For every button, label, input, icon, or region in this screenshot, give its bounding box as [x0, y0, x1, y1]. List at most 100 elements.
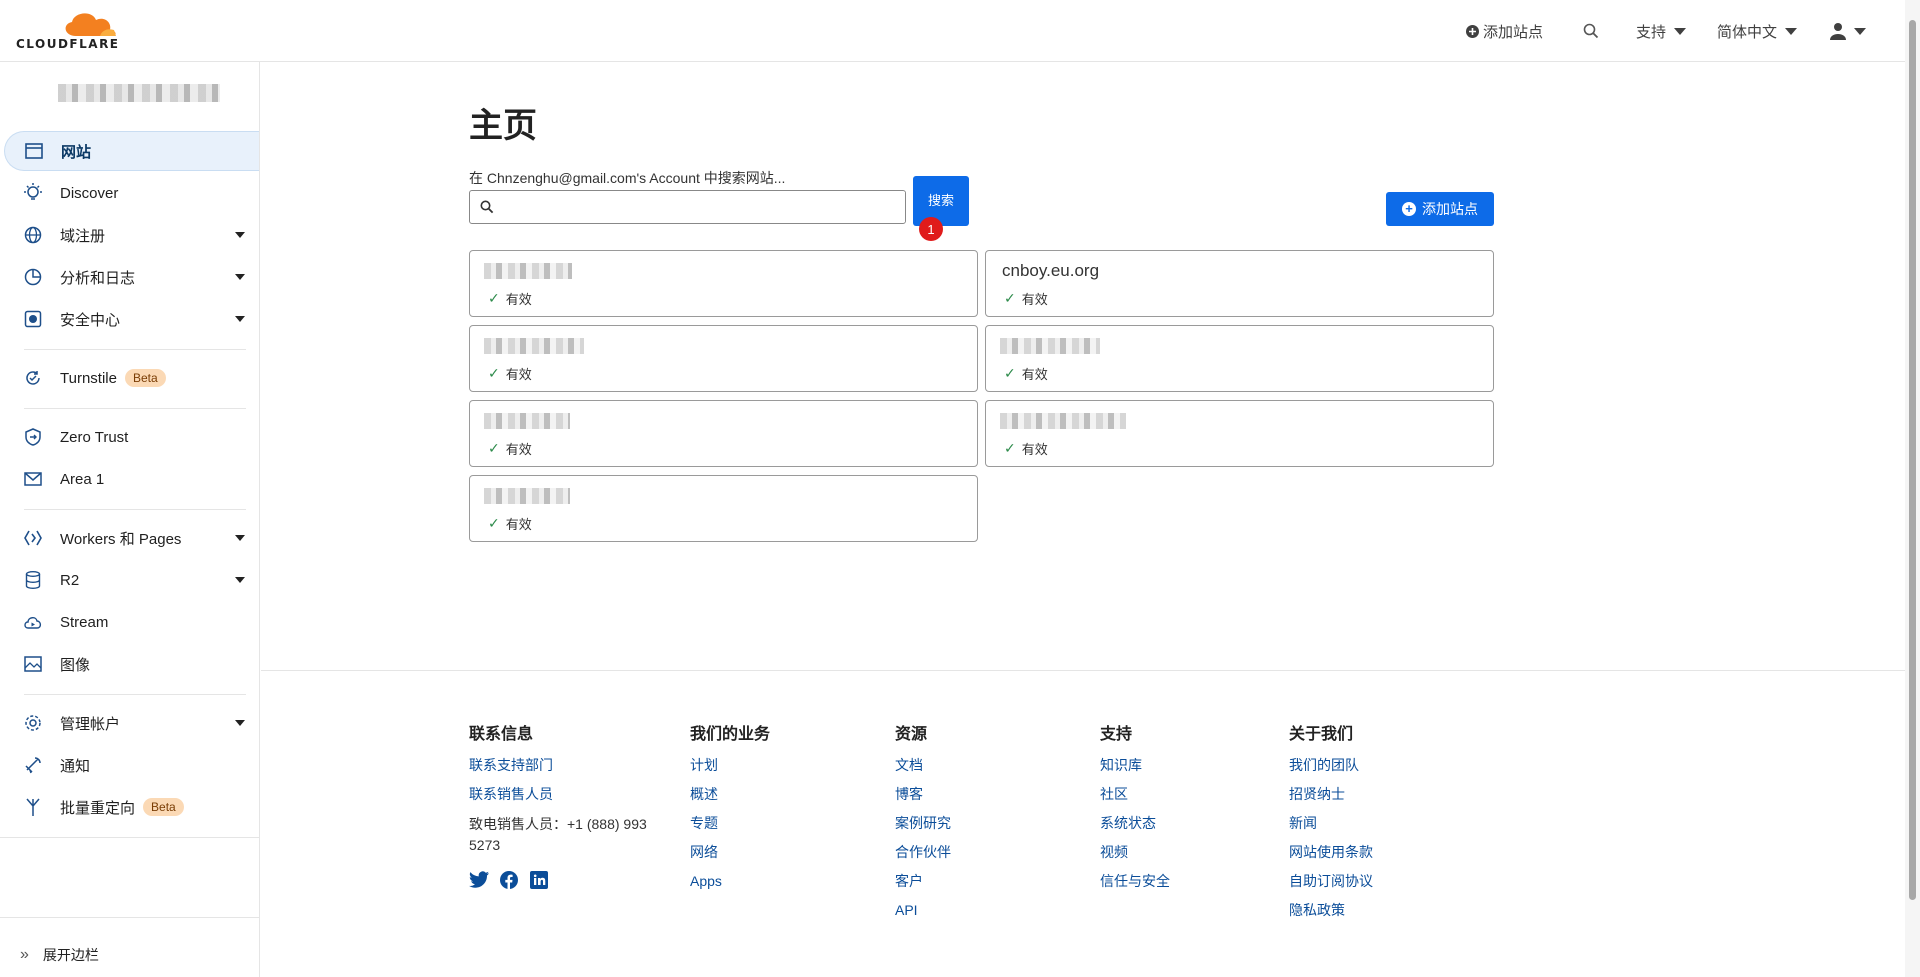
sidebar-divider — [24, 349, 246, 350]
footer-link[interactable]: 自助订阅协议 — [1289, 872, 1373, 890]
site-card[interactable]: ✓ 有效 — [469, 325, 978, 392]
footer-support: 支持 知识库 社区 系统状态 视频 信任与安全 — [1100, 720, 1170, 901]
footer-heading: 我们的业务 — [690, 726, 771, 743]
footer-link[interactable]: 博客 — [895, 785, 951, 803]
footer-link[interactable]: 概述 — [690, 785, 770, 803]
support-dropdown[interactable]: 支持 — [1636, 20, 1687, 42]
footer-link[interactable]: 新闻 — [1289, 814, 1373, 832]
site-status: ✓ 有效 — [488, 515, 532, 532]
site-card[interactable]: ✓ 有效 — [469, 250, 978, 317]
facebook-icon[interactable] — [499, 870, 519, 890]
footer-link[interactable]: 招贤纳士 — [1289, 785, 1373, 803]
footer-link[interactable]: 专题 — [690, 814, 770, 832]
footer-heading: 支持 — [1100, 726, 1133, 743]
site-name[interactable]: cnboy.eu.org — [1002, 261, 1099, 281]
user-menu[interactable] — [1830, 20, 1866, 42]
footer-link[interactable]: 社区 — [1100, 785, 1170, 803]
sidebar-divider — [24, 408, 246, 409]
chevron-down-icon — [1785, 27, 1798, 35]
zero-trust-icon — [22, 426, 44, 448]
chevron-down-icon — [1854, 27, 1866, 35]
sidebar-item-manage-account[interactable]: 管理帐户 — [4, 703, 259, 743]
footer-link[interactable]: 我们的团队 — [1289, 756, 1373, 774]
footer-link[interactable]: 系统状态 — [1100, 814, 1170, 832]
sidebar-item-bulk-redirects[interactable]: 批量重定向 Beta — [4, 787, 259, 827]
footer-link[interactable]: 知识库 — [1100, 756, 1170, 774]
footer-link[interactable]: 信任与安全 — [1100, 872, 1170, 890]
header-add-site-button[interactable]: 添加站点 — [1466, 20, 1543, 42]
site-card[interactable]: cnboy.eu.org ✓ 有效 — [985, 250, 1494, 317]
sidebar-item-stream[interactable]: Stream — [4, 602, 259, 642]
chevron-down-icon — [235, 577, 245, 583]
sidebar-item-label: R2 — [60, 571, 80, 589]
site-card[interactable]: ✓ 有效 — [469, 475, 978, 542]
plus-circle-icon: + — [1402, 202, 1416, 216]
footer-link[interactable]: Apps — [690, 872, 770, 890]
sidebar-item-r2[interactable]: R2 — [4, 560, 259, 600]
sidebar-item-domain-registration[interactable]: 域注册 — [4, 215, 259, 255]
language-dropdown[interactable]: 简体中文 — [1717, 20, 1798, 42]
sidebar-item-area1[interactable]: Area 1 — [4, 459, 259, 499]
add-site-button[interactable]: + 添加站点 — [1386, 192, 1494, 226]
sidebar-item-turnstile[interactable]: Turnstile Beta — [4, 358, 259, 398]
footer-link[interactable]: 计划 — [690, 756, 770, 774]
linkedin-icon[interactable] — [529, 870, 549, 890]
twitter-icon[interactable] — [469, 870, 489, 890]
sidebar-item-notifications[interactable]: 通知 — [4, 745, 259, 785]
footer-business: 我们的业务 计划 概述 专题 网络 Apps — [690, 720, 770, 901]
sidebar-item-analytics[interactable]: 分析和日志 — [4, 257, 259, 297]
site-name-redacted — [484, 338, 584, 354]
scrollbar-thumb[interactable] — [1909, 20, 1916, 900]
beta-badge: Beta — [124, 369, 166, 387]
footer-link[interactable]: 案例研究 — [895, 814, 951, 832]
cloudflare-logo[interactable]: CLOUDFLARE — [16, 10, 126, 51]
cloud-play-icon — [22, 611, 44, 633]
footer-link[interactable]: 联系支持部门 — [469, 756, 669, 774]
footer-link[interactable]: 隐私政策 — [1289, 901, 1373, 919]
image-icon — [22, 653, 44, 675]
footer-link[interactable]: 网络 — [690, 843, 770, 861]
footer-resources: 资源 文档 博客 案例研究 合作伙伴 客户 API — [895, 720, 951, 930]
sidebar-item-workers-pages[interactable]: Workers 和 Pages — [4, 518, 259, 558]
page-scrollbar[interactable] — [1905, 0, 1920, 977]
chevron-down-icon — [235, 535, 245, 541]
workers-icon — [22, 527, 44, 549]
check-icon: ✓ — [488, 440, 500, 456]
footer-link[interactable]: 联系销售人员 — [469, 785, 669, 803]
expand-sidebar-button[interactable]: » 展开边栏 — [0, 940, 259, 970]
footer-link[interactable]: 视频 — [1100, 843, 1170, 861]
site-card[interactable]: ✓ 有效 — [985, 325, 1494, 392]
search-button[interactable]: 搜索 — [913, 176, 969, 226]
site-search-field[interactable] — [469, 190, 906, 224]
sidebar-item-zero-trust[interactable]: Zero Trust — [4, 417, 259, 457]
search-label: 在 Chnzenghu@gmail.com's Account 中搜索网站... — [469, 170, 786, 186]
sidebar-item-label: 批量重定向 — [60, 799, 136, 817]
header-search-button[interactable] — [1583, 20, 1599, 42]
sidebar-item-security-center[interactable]: 安全中心 — [4, 299, 259, 339]
footer-link[interactable]: 文档 — [895, 756, 951, 774]
site-name-redacted — [1000, 413, 1126, 429]
site-card[interactable]: ✓ 有效 — [469, 400, 978, 467]
sidebar-item-websites[interactable]: 网站 — [4, 131, 259, 171]
sidebar-item-images[interactable]: 图像 — [4, 644, 259, 684]
sidebar-divider — [0, 837, 260, 838]
footer-link[interactable]: 合作伙伴 — [895, 843, 951, 861]
footer-link[interactable]: 网站使用条款 — [1289, 843, 1373, 861]
check-icon: ✓ — [488, 515, 500, 531]
site-status: ✓ 有效 — [488, 290, 532, 307]
sidebar-item-label: 域注册 — [60, 227, 106, 245]
site-name-redacted — [484, 488, 570, 504]
site-card[interactable]: ✓ 有效 — [985, 400, 1494, 467]
sidebar-divider — [24, 694, 246, 695]
footer-link[interactable]: API — [895, 901, 951, 919]
chart-pie-icon — [22, 266, 44, 288]
site-search-input[interactable] — [500, 192, 905, 222]
sidebar-item-label: 管理帐户 — [60, 715, 121, 733]
redirect-icon — [22, 796, 44, 818]
footer-link[interactable]: 客户 — [895, 872, 951, 890]
sidebar-item-label: Zero Trust — [60, 428, 129, 446]
sidebar-item-discover[interactable]: Discover — [4, 173, 259, 213]
lightbulb-icon — [22, 182, 44, 204]
account-name-redacted[interactable] — [58, 84, 220, 102]
header-add-site-label: 添加站点 — [1483, 23, 1544, 41]
